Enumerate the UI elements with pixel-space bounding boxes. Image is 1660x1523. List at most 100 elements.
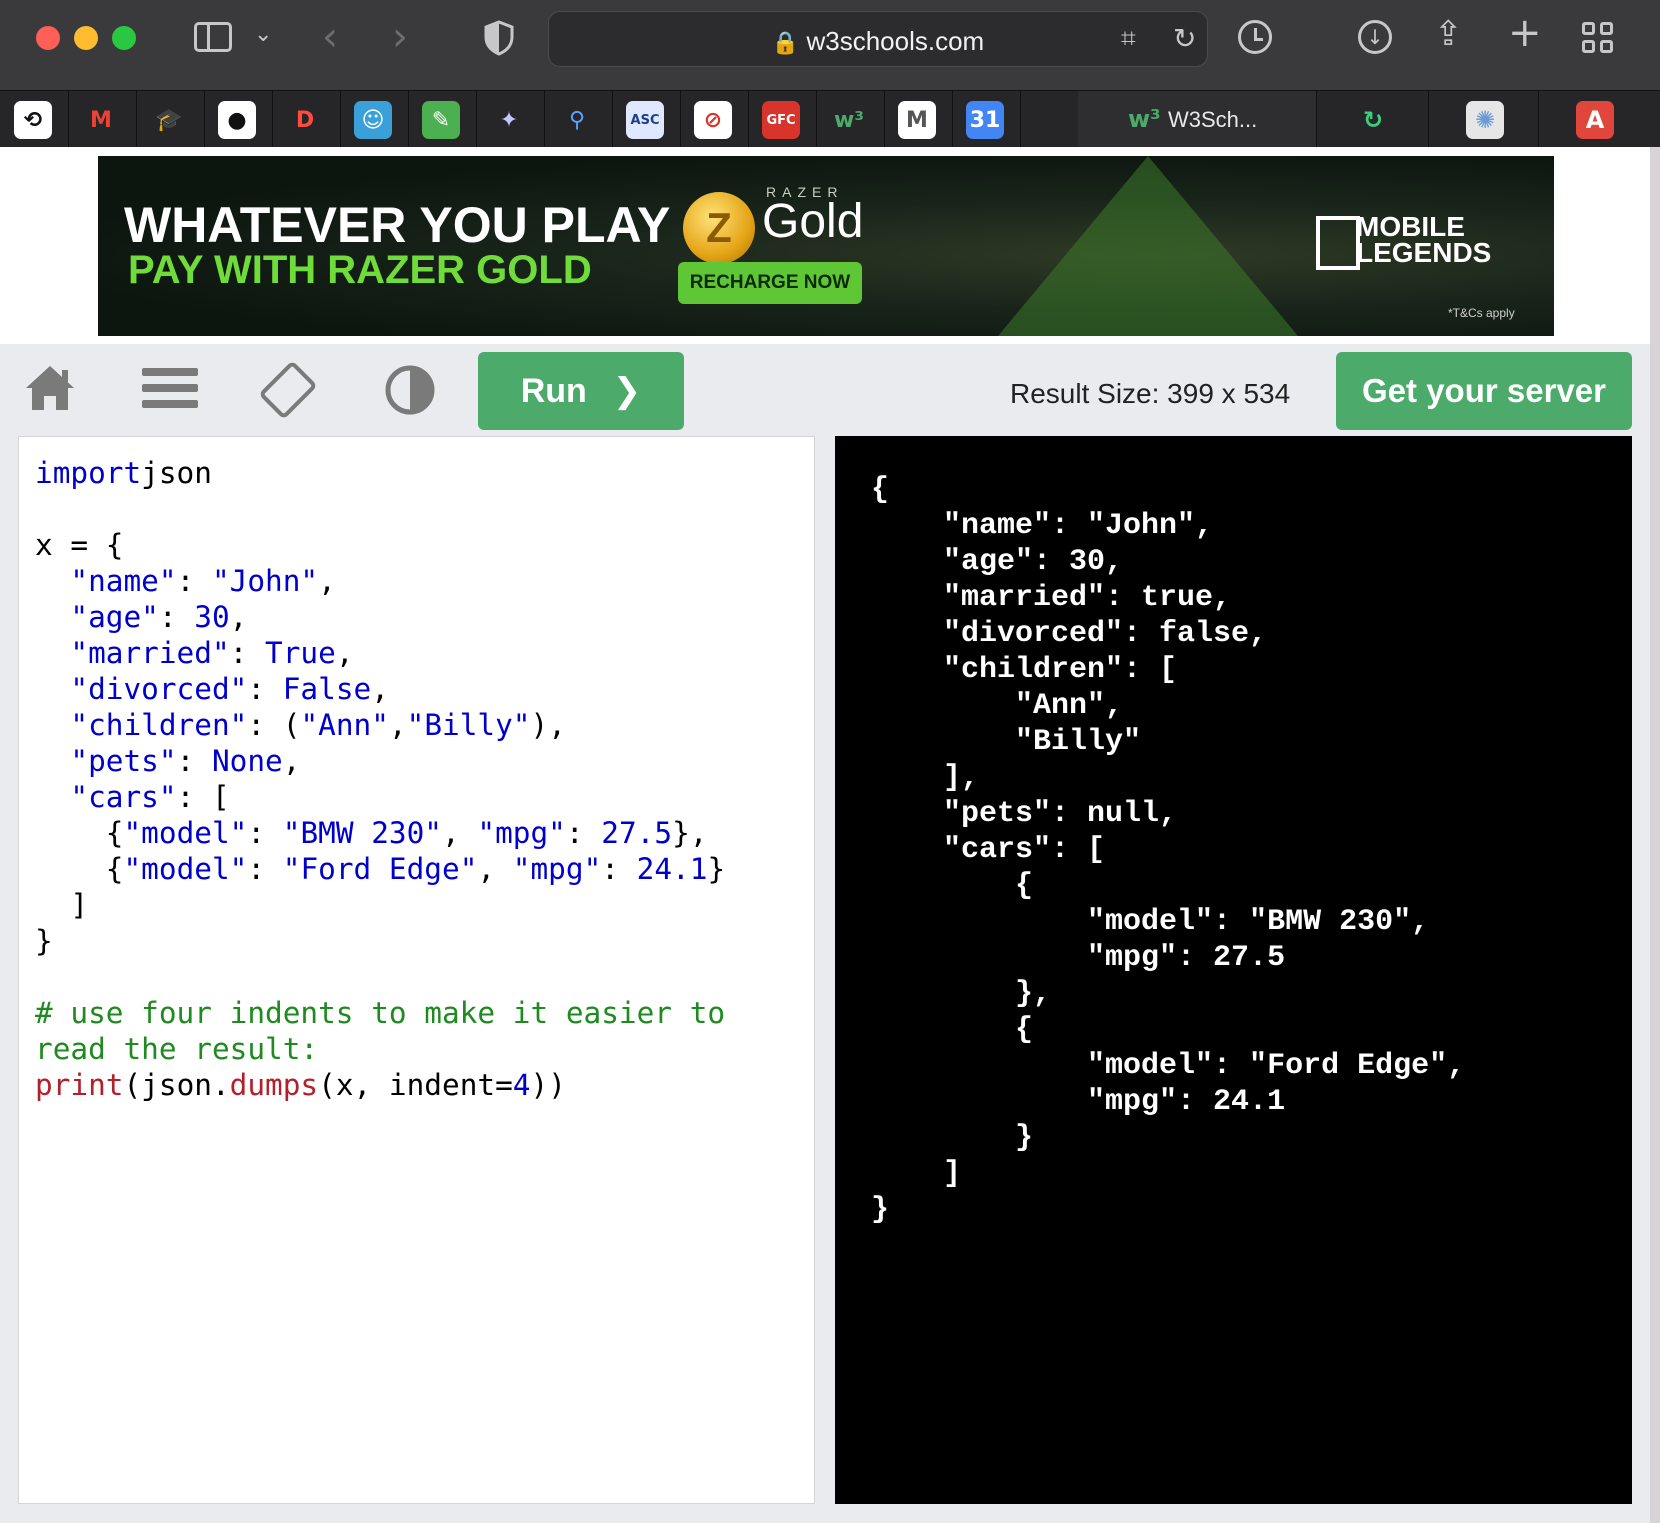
w3schools-icon: w³ — [1128, 105, 1161, 133]
bookmark-separator — [136, 91, 137, 148]
leaf-icon[interactable]: ✎ — [422, 101, 460, 139]
code-editor[interactable]: importjson x = { "name": "John", "age": … — [18, 436, 815, 1504]
code-line[interactable]: ] — [35, 887, 725, 923]
code-line[interactable]: importjson — [35, 455, 725, 491]
bookmark-separator — [884, 91, 885, 148]
translate-icon[interactable]: ⌗ — [1121, 24, 1136, 55]
home-icon[interactable] — [22, 362, 82, 418]
translate-icon[interactable]: A — [1576, 101, 1614, 139]
code-line[interactable]: "divorced": False, — [35, 671, 725, 707]
run-button[interactable]: Run ❯ — [478, 352, 684, 430]
output-line: "divorced": false, — [871, 617, 1268, 651]
minimize-window-button[interactable] — [74, 26, 98, 50]
bookmark-separator — [952, 91, 953, 148]
ad-recharge-button[interactable]: RECHARGE NOW — [678, 262, 862, 304]
code-line[interactable]: "married": True, — [35, 635, 725, 671]
w3schools-icon[interactable]: w³ — [830, 101, 868, 139]
output-line: { — [871, 1013, 1034, 1047]
bookmark-separator — [204, 91, 205, 148]
code-token: , — [229, 600, 248, 634]
sidebar-icon[interactable] — [194, 22, 232, 52]
back-arrow-icon[interactable]: ‹ — [322, 14, 338, 60]
output-line: "cars": [ — [871, 833, 1106, 867]
code-line[interactable]: "age": 30, — [35, 599, 725, 635]
bookmark-separator — [272, 91, 273, 148]
puzzle-icon[interactable]: ✦ — [490, 101, 528, 139]
circle-slash-icon[interactable]: ⊘ — [694, 101, 732, 139]
blur-icon[interactable]: ✺ — [1466, 101, 1504, 139]
output-line: "model": "BMW 230", — [871, 905, 1430, 939]
code-line[interactable] — [35, 959, 725, 995]
contrast-theme-icon[interactable] — [382, 362, 442, 418]
github-icon[interactable]: ● — [218, 101, 256, 139]
rotate-orientation-icon[interactable] — [258, 362, 318, 418]
code-line[interactable]: {"model": "BMW 230", "mpg": 27.5}, — [35, 815, 725, 851]
chevron-down-icon[interactable]: ⌄ — [254, 22, 272, 47]
speedify-icon[interactable]: ⟲ — [14, 101, 52, 139]
run-label: Run — [520, 371, 587, 410]
history-clock-icon[interactable] — [1238, 20, 1272, 54]
zoom-window-button[interactable] — [112, 26, 136, 50]
gfc-icon[interactable]: GFC — [762, 101, 800, 139]
code-line[interactable]: "children": ("Ann","Billy"), — [35, 707, 725, 743]
code-token: , — [371, 672, 389, 706]
search-magnifier-icon[interactable]: ⚲ — [558, 101, 596, 139]
shield-icon[interactable] — [484, 20, 514, 56]
close-window-button[interactable] — [36, 26, 60, 50]
code-token: False — [282, 672, 372, 706]
ad-brand-gold: Gold — [762, 195, 864, 248]
razer-gold-coin-icon: Z — [683, 192, 755, 264]
code-token: True — [265, 636, 336, 670]
code-line[interactable]: "pets": None, — [35, 743, 725, 779]
url-text: w3schools.com — [806, 26, 985, 56]
m-frame-icon[interactable]: M — [898, 101, 936, 139]
code-token: )) — [530, 1068, 566, 1102]
code-line[interactable]: print(json.dumps(x, indent=4)) — [35, 1067, 725, 1103]
output-line: "married": true, — [871, 581, 1232, 615]
bookmark-separator — [544, 91, 545, 148]
share-icon[interactable]: ⇪ — [1434, 14, 1463, 54]
calendar-icon[interactable]: 31 — [966, 101, 1004, 139]
get-your-server-button[interactable]: Get your server — [1336, 352, 1632, 430]
downloads-icon[interactable]: ↓ — [1358, 20, 1392, 54]
new-tab-plus-icon[interactable]: + — [1508, 10, 1542, 56]
code-line[interactable]: read the result: — [35, 1031, 725, 1067]
code-line[interactable]: x = { — [35, 527, 725, 563]
code-line[interactable] — [35, 491, 725, 527]
output-line: "name": "John", — [871, 509, 1214, 543]
d-logo-icon[interactable]: D — [286, 101, 324, 139]
address-bar[interactable]: 🔒 w3schools.com ⌗ ↻ — [548, 11, 1208, 67]
gmail-icon[interactable]: M — [82, 101, 120, 139]
code-text[interactable]: importjson x = { "name": "John", "age": … — [35, 455, 725, 1103]
bookmark-separator — [680, 91, 681, 148]
tab-overview-icon[interactable] — [1582, 22, 1614, 54]
code-token: : — [247, 852, 283, 886]
refresh-green-icon[interactable]: ↻ — [1354, 101, 1392, 139]
code-token: , — [335, 636, 354, 670]
code-token: "Billy" — [406, 708, 531, 742]
reload-icon[interactable]: ↻ — [1173, 22, 1196, 55]
ad-headline: WHATEVER YOU PLAY — [124, 197, 671, 253]
menu-icon[interactable] — [140, 362, 200, 418]
code-line[interactable]: "name": "John", — [35, 563, 725, 599]
mobile-legends-logo-icon — [1316, 216, 1360, 270]
code-token: } — [35, 924, 53, 958]
asc-icon[interactable]: ASC — [626, 101, 664, 139]
bot-icon[interactable]: ☺ — [354, 101, 392, 139]
code-token: "mpg" — [477, 816, 566, 850]
bookmark-separator — [476, 91, 477, 148]
output-line: "mpg": 24.1 — [871, 1085, 1286, 1119]
code-line[interactable]: "cars": [ — [35, 779, 725, 815]
bookmark-separator — [612, 91, 613, 148]
code-line[interactable]: # use four indents to make it easier to — [35, 995, 725, 1031]
output-line: }, — [871, 977, 1052, 1011]
razer-gold-ad-banner[interactable]: WHATEVER YOU PLAY PAY WITH RAZER GOLD Z … — [98, 156, 1554, 336]
code-token: : — [176, 564, 212, 598]
forward-arrow-icon[interactable]: › — [392, 14, 408, 60]
code-line[interactable]: } — [35, 923, 725, 959]
code-line[interactable]: {"model": "Ford Edge", "mpg": 24.1} — [35, 851, 725, 887]
tab-w3schools[interactable]: w³ W3Sch... — [1078, 91, 1316, 148]
output-text: { "name": "John", "age": 30, "married": … — [871, 472, 1465, 1228]
graduation-cap-icon[interactable]: 🎓 — [150, 101, 188, 139]
